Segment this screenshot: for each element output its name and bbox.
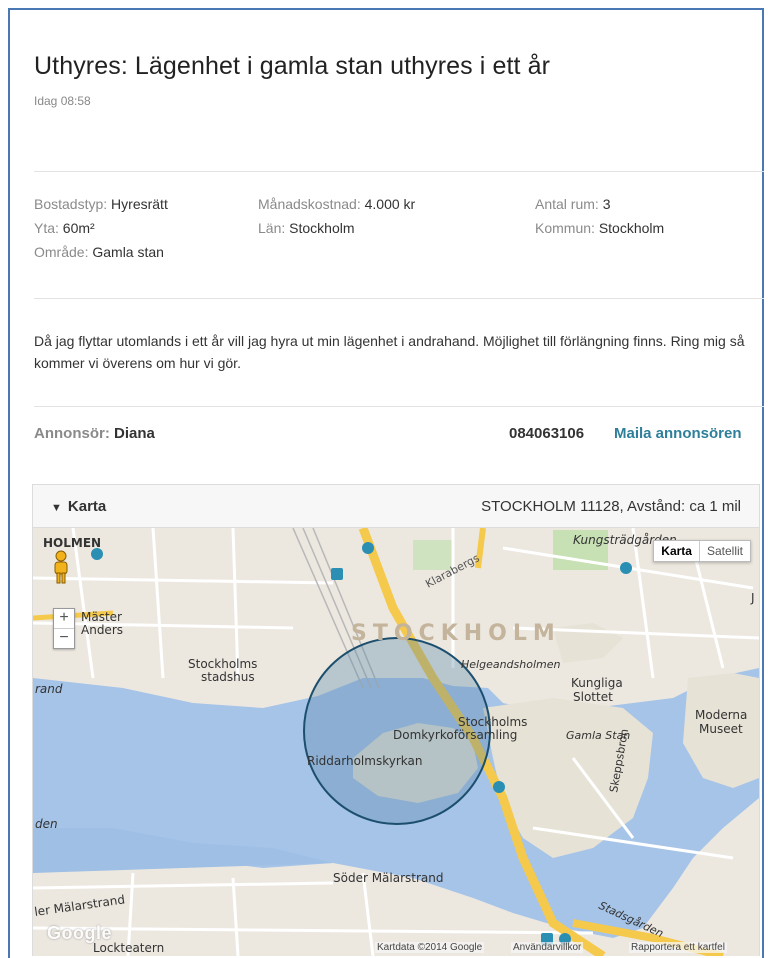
detail-value: Stockholm [598,220,665,236]
svg-text:Riddarholmskyrkan: Riddarholmskyrkan [307,754,422,768]
advertiser-phone: 084063106 [509,425,585,442]
svg-text:Mäster: Mäster [81,610,122,624]
detail-value: Stockholm [289,220,355,236]
street-view-pegman-icon[interactable] [53,550,69,584]
detail-omrade: Område: Gamla stan [34,242,164,262]
zoom-out-button[interactable]: − [54,629,74,648]
detail-yta: Yta: 60m² [34,218,95,238]
svg-text:Stockholms: Stockholms [458,715,527,729]
zoom-control: + − [53,608,75,649]
map-type-map-button[interactable]: Karta [654,541,700,561]
detail-bostadstyp: Bostadstyp: Hyresrätt [34,194,168,214]
advertiser-label: Annonsör: [34,425,110,442]
detail-value: 4.000 kr [364,196,416,212]
triangle-down-icon: ▼ [51,502,62,514]
advertiser: Annonsör: Diana [34,425,155,442]
map-toggle-label: Karta [67,498,107,515]
detail-kommun: Kommun: Stockholm [535,218,664,238]
svg-text:HOLMEN: HOLMEN [43,536,101,550]
detail-label: Månadskostnad: [258,196,361,212]
detail-label: Bostadstyp: [34,196,108,212]
detail-label: Antal rum: [535,196,599,212]
map-toggle[interactable]: ▼ Karta [51,498,106,515]
terms-link[interactable]: Användarvillkor [511,942,584,953]
map-footer: Kartdata ©2014 Google Användarvillkor Ra… [33,940,759,956]
detail-value: Gamla stan [92,244,164,260]
svg-text:rand: rand [35,682,63,696]
map-data-attribution: Kartdata ©2014 Google [375,942,485,953]
map-header: ▼ Karta STOCKHOLM 11128, Avstånd: ca 1 mi… [33,485,759,528]
svg-text:den: den [35,817,58,831]
svg-text:J: J [750,591,755,605]
detail-value: Hyresrätt [111,196,168,212]
detail-label: Område: [34,244,89,260]
map-canvas[interactable]: HOLMEN Mäster Anders STOCKHOLM Klaraberg… [33,528,759,956]
svg-text:Söder Mälarstrand: Söder Mälarstrand [333,871,444,885]
map-type-control: Karta Satellit [653,540,751,562]
page-title: Uthyres: Lägenhet i gamla stan uthyres i… [34,52,551,80]
map-type-satellite-button[interactable]: Satellit [700,541,750,561]
detail-value: 3 [602,196,611,212]
svg-text:stadshus: stadshus [201,670,255,684]
svg-text:Helgeandsholmen: Helgeandsholmen [461,658,561,671]
svg-text:Kungliga: Kungliga [571,676,623,690]
svg-text:Stockholms: Stockholms [188,657,257,671]
post-timestamp: Idag 08:58 [34,94,91,108]
map-image: HOLMEN Mäster Anders STOCKHOLM Klaraberg… [33,528,759,956]
detail-antal-rum: Antal rum: 3 [535,194,611,214]
detail-label: Yta: [34,220,59,236]
zoom-in-button[interactable]: + [54,609,74,629]
listing-description: Då jag flyttar utomlands i ett år vill j… [34,333,745,371]
svg-text:Moderna: Moderna [695,708,747,722]
svg-text:Museet: Museet [699,722,743,736]
svg-text:Domkyrkoförsamling: Domkyrkoförsamling [393,728,517,742]
map-panel: ▼ Karta STOCKHOLM 11128, Avstånd: ca 1 mi… [32,484,760,956]
mail-advertiser-link[interactable]: Maila annonsören [614,425,742,442]
divider [34,406,764,407]
svg-text:Slottet: Slottet [573,690,613,704]
svg-text:Anders: Anders [81,623,123,637]
divider [34,171,764,172]
detail-lan: Län: Stockholm [258,218,355,238]
detail-label: Län: [258,220,286,236]
report-map-error-link[interactable]: Rapportera ett kartfel [629,942,727,953]
map-location: STOCKHOLM 11128, Avstånd: ca 1 mil [481,498,741,515]
detail-label: Kommun: [535,220,595,236]
svg-text:STOCKHOLM: STOCKHOLM [351,621,561,646]
advertiser-name: Diana [114,425,155,442]
detail-value: 60m² [62,220,95,236]
detail-manadskostnad: Månadskostnad: 4.000 kr [258,194,415,214]
divider [34,298,764,299]
